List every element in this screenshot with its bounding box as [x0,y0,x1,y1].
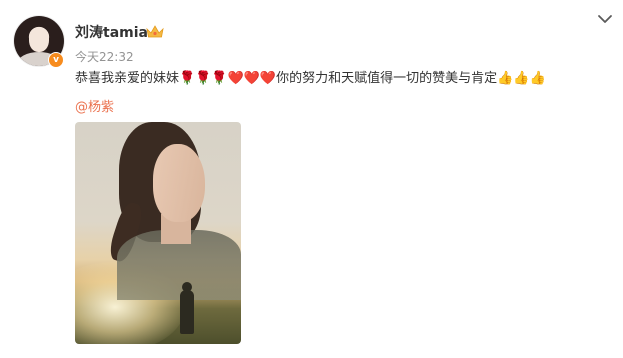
poster-face [153,144,205,222]
post-text: 恭喜我亲爱的妹妹🌹🌹🌹❤️❤️❤️你的努力和天赋值得一切的赞美与肯定👍👍👍 [75,71,546,86]
crown-icon [146,25,164,38]
weibo-post-card: v 刘涛tamia 今天22:32 恭喜我亲爱的妹妹🌹🌹🌹❤️❤️❤️你的努力和… [0,0,623,358]
username[interactable]: 刘涛tamia [75,22,148,42]
mention-link[interactable]: @杨紫 [75,96,114,115]
chevron-down-icon[interactable] [597,13,613,25]
poster-walking-figure [180,290,194,334]
avatar-face [29,27,49,52]
verified-badge-icon: v [48,52,64,68]
post-timestamp[interactable]: 今天22:32 [75,48,134,65]
movie-poster-image[interactable] [75,122,241,344]
